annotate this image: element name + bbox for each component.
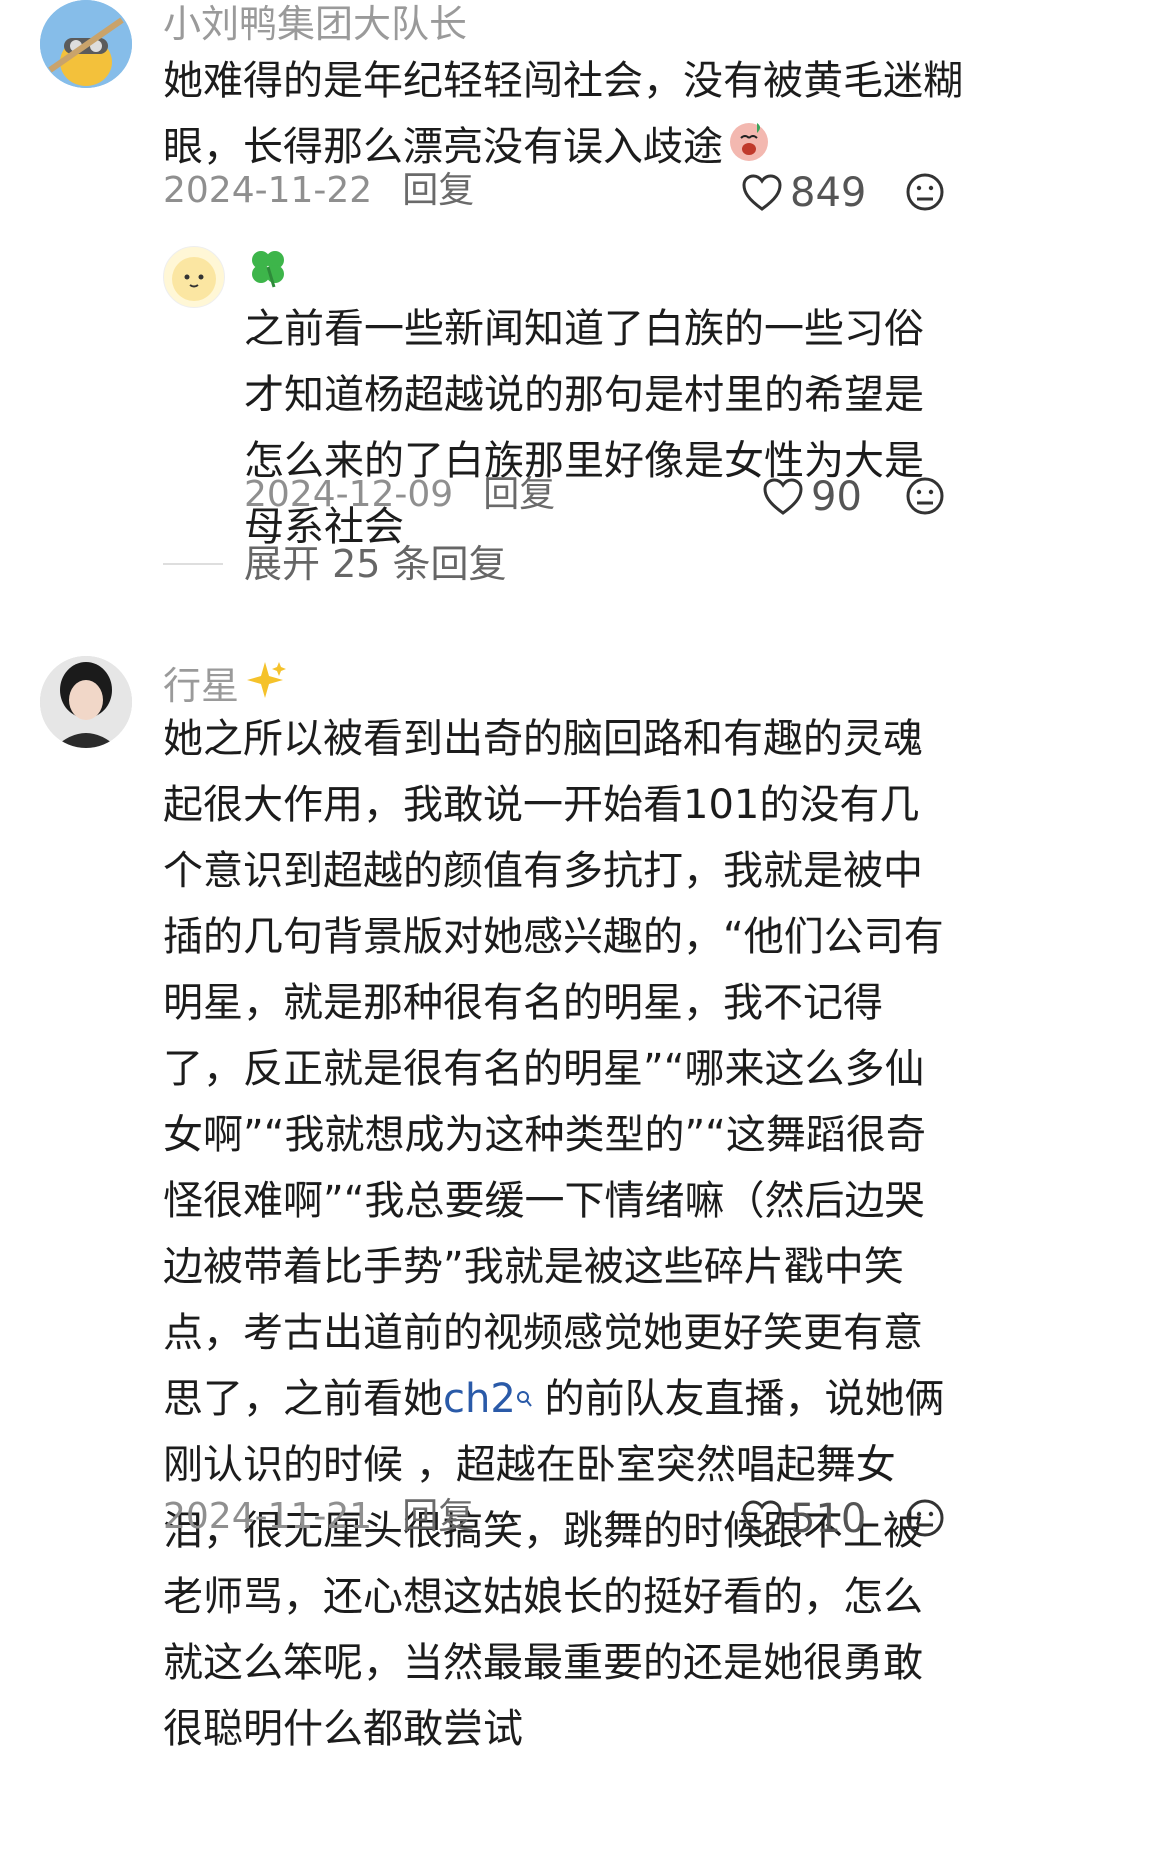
search-icon: [516, 1362, 532, 1428]
dislike-button[interactable]: [905, 476, 945, 520]
comment-date: 2024-11-21: [163, 1496, 373, 1537]
unhappy-face-icon: [906, 1499, 944, 1537]
reply-button[interactable]: 回复: [402, 168, 474, 214]
avatar[interactable]: [40, 656, 132, 748]
like-count: 90: [811, 474, 862, 520]
reply-button[interactable]: 回复: [483, 472, 555, 518]
avatar-image: [40, 0, 132, 88]
reply-date: 2024-12-09: [244, 474, 454, 515]
heart-icon: [742, 174, 782, 211]
comment-text: 她之所以被看到出奇的脑回路和有趣的灵魂起很大作用，我敢说一开始看101的没有几个…: [163, 706, 953, 1762]
avatar-image: [172, 257, 216, 301]
reply-avatar[interactable]: [163, 246, 225, 308]
comment-date: 2024-11-22: [163, 170, 373, 211]
hashtag-link[interactable]: ch2: [443, 1376, 532, 1422]
heart-icon: [763, 478, 803, 515]
sparkles-icon: [243, 658, 287, 713]
like-button[interactable]: 510: [742, 1496, 866, 1542]
username-text: 行星: [163, 663, 240, 708]
unhappy-face-icon: [906, 477, 944, 515]
divider: [163, 563, 223, 565]
avatar[interactable]: [40, 0, 132, 88]
reply-meta: 2024-12-09 回复: [244, 472, 555, 518]
comment-text-content: 她之所以被看到出奇的脑回路和有趣的灵魂起很大作用，我敢说一开始看101的没有几个…: [163, 716, 944, 1422]
reply-text: 之前看一些新闻知道了白族的一些习俗 才知道杨超越说的那句是村里的希望是怎么来的了…: [244, 306, 924, 550]
comment-text-content: 她难得的是年纪轻轻闯社会，没有被黄毛迷糊眼，长得那么漂亮没有误入歧途: [163, 58, 963, 170]
four-leaf-clover-icon: [246, 245, 290, 293]
reply-button[interactable]: 回复: [402, 1494, 474, 1540]
comment-text-continued: 的前队友直播，说她俩刚认识的时候 ，超越在卧室突然唱起舞女泪，很无厘头很搞笑，跳…: [163, 1376, 945, 1752]
comment-meta: 2024-11-22 回复: [163, 168, 474, 214]
like-button[interactable]: 849: [742, 170, 866, 216]
like-count: 510: [790, 1496, 867, 1542]
heart-icon: [742, 1500, 782, 1537]
dislike-button[interactable]: [905, 172, 945, 216]
avatar-image: [40, 656, 132, 748]
expand-replies-button[interactable]: 展开 25 条回复: [244, 540, 507, 588]
like-count: 849: [790, 170, 867, 216]
username[interactable]: 行星: [163, 658, 287, 713]
comment-text: 她难得的是年纪轻轻闯社会，没有被黄毛迷糊眼，长得那么漂亮没有误入歧途: [163, 48, 963, 182]
unhappy-face-icon: [906, 173, 944, 211]
username[interactable]: 小刘鸭集团大队长: [163, 0, 467, 48]
comment-meta: 2024-11-21 回复: [163, 1494, 474, 1540]
link-text: ch2: [443, 1376, 516, 1422]
dislike-button[interactable]: [905, 1498, 945, 1542]
like-button[interactable]: 90: [763, 474, 862, 520]
